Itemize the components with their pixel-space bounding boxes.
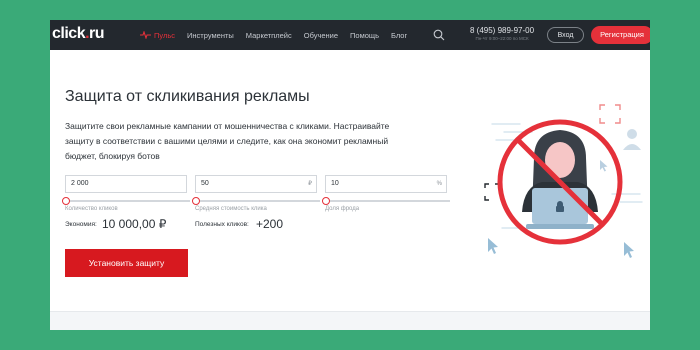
slider-thumb[interactable] [192,197,200,205]
working-hours: Пн-Чт 9:00–22:00 по МСК [475,36,529,41]
search-icon[interactable] [433,29,445,41]
click-cost-slider[interactable] [192,197,320,205]
logo-tld: ru [89,25,105,42]
nav-menu: Пульс Инструменты Маркетплейс Обучение П… [140,20,407,50]
contact-phone[interactable]: 8 (495) 989-97-00 Пн-Чт 9:00–22:00 по МС… [470,26,534,41]
nav-item-marketplace[interactable]: Маркетплейс [246,31,292,40]
login-button[interactable]: Вход [547,27,584,43]
savings-value: 10 000,00 ₽ [102,217,167,231]
clicks-count-slider[interactable] [62,197,190,205]
fraud-share-hint: Доля фрода [325,206,360,212]
clicks-count-input[interactable]: 2 000 [65,175,187,193]
focus-bracket-icon [484,183,500,201]
nav-item-blog[interactable]: Блог [391,31,407,40]
nav-item-learning[interactable]: Обучение [304,31,338,40]
logo[interactable]: click.ru [52,25,105,43]
anti-fraud-illustration [484,104,643,258]
browser-window: click.ru Пульс Инструменты Маркетплейс О… [50,20,650,330]
slider-thumb[interactable] [322,197,330,205]
click-cost-hint: Средняя стоимость клика [195,206,267,212]
slider-track [322,200,450,202]
pulse-icon [140,31,151,39]
useful-clicks-label: Полезных кликов: [195,221,249,228]
useful-clicks-value: +200 [256,217,284,231]
nav-item-tools[interactable]: Инструменты [187,31,234,40]
footer-strip [50,311,650,330]
slider-thumb[interactable] [62,197,70,205]
page-description: Защитите свои рекламные кампании от моше… [65,121,390,161]
top-navigation: click.ru Пульс Инструменты Маркетплейс О… [50,20,650,50]
nav-item-pulse[interactable]: Пульс [140,31,175,40]
savings-label: Экономия: [65,221,97,228]
fraud-share-suffix: % [436,181,442,187]
user-icon [623,129,641,150]
nav-item-label: Пульс [154,30,176,40]
click-cost-value: 50 [201,180,209,187]
click-cost-suffix: ₽ [308,181,312,187]
nav-item-help[interactable]: Помощь [350,31,379,40]
slider-track [192,200,320,202]
page-title: Защита от скликивания рекламы [65,88,310,105]
install-protection-button[interactable]: Установить защиту [65,249,188,277]
slider-track [62,200,190,202]
logo-name: click [52,25,86,42]
clicks-count-hint: Количество кликов [65,206,118,212]
phone-number: 8 (495) 989-97-00 [470,26,535,35]
register-button[interactable]: Регистрация [591,26,650,44]
click-cost-input[interactable]: 50 ₽ [195,175,317,193]
fraud-share-input[interactable]: 10 % [325,175,447,193]
fraud-share-value: 10 [331,180,339,187]
fraud-share-slider[interactable] [322,197,450,205]
clicks-count-value: 2 000 [71,180,89,187]
focus-bracket-icon [599,104,621,124]
